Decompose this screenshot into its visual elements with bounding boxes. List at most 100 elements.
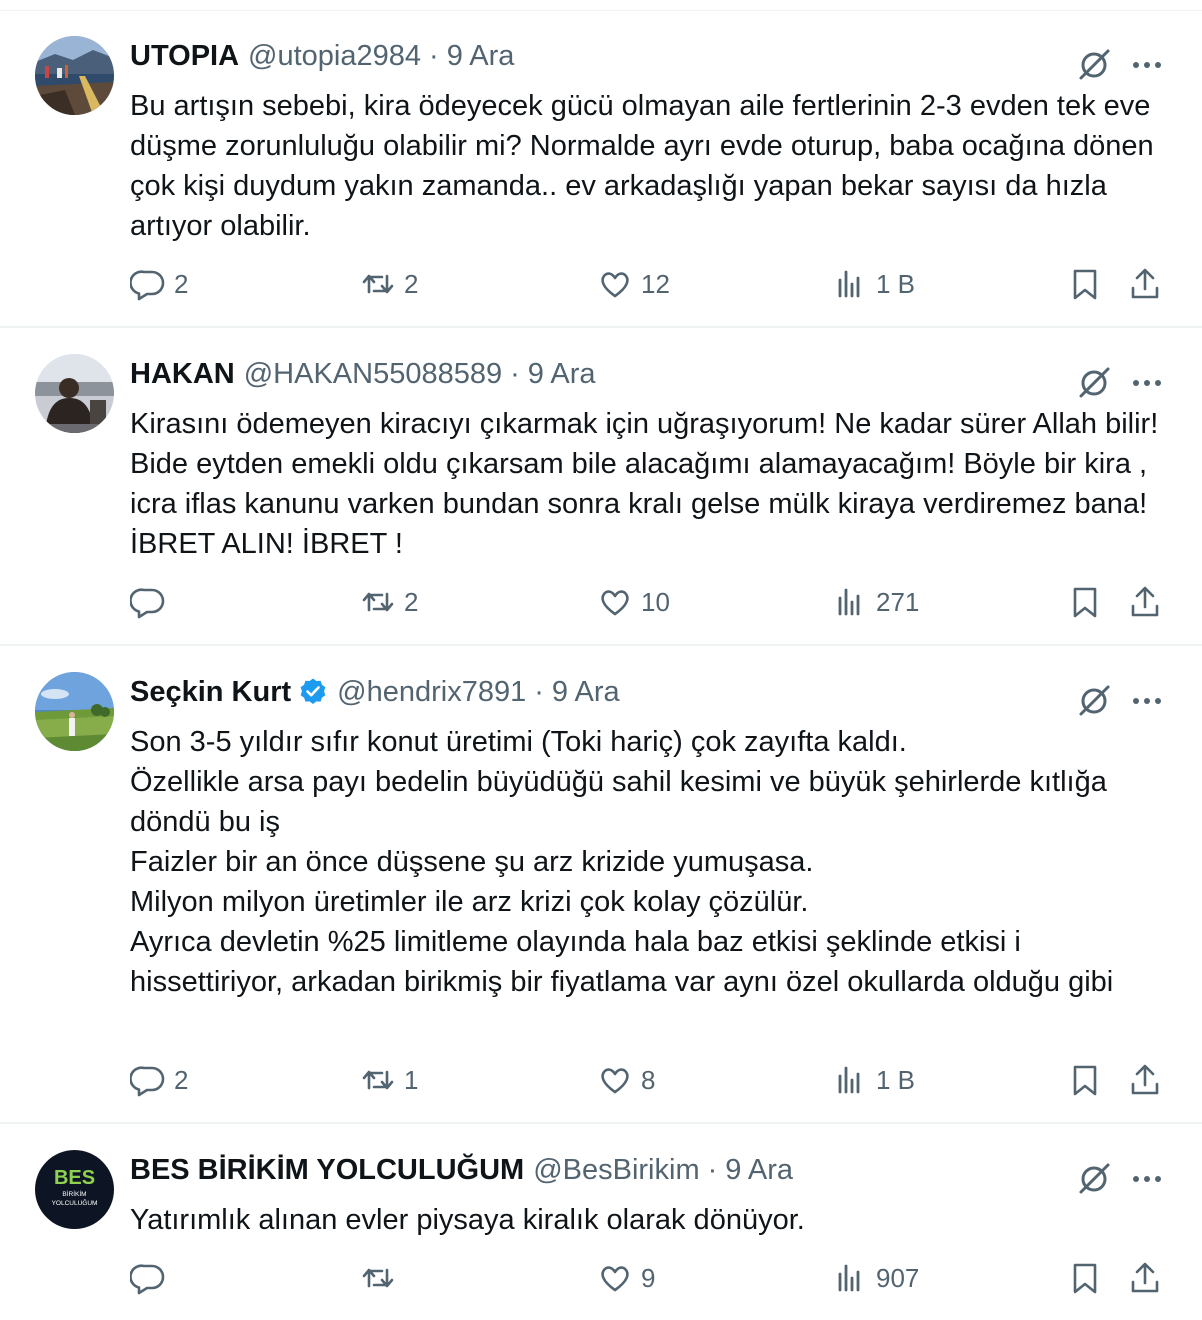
view-count: 1 B: [876, 1064, 916, 1095]
tweet-header: Seçkin Kurt @hendrix7891 · 9 Ara: [130, 672, 620, 712]
heart-icon: [597, 266, 633, 302]
tweet[interactable]: BES BİRİKİM YOLCULUĞUM BES BİRİKİM YOLCU…: [0, 1124, 1202, 1320]
retweet-icon: [360, 1062, 396, 1098]
separator-dot: ·: [510, 358, 520, 390]
like-button[interactable]: 10: [597, 582, 670, 622]
share-icon: [1127, 266, 1163, 302]
golf-course-avatar-image: [35, 672, 114, 751]
separator-dot: ·: [429, 40, 439, 72]
views-button[interactable]: 1 B: [832, 1060, 915, 1100]
tweet-actions: 2 10 271: [130, 582, 1170, 622]
display-name[interactable]: HAKAN: [130, 354, 235, 394]
share-button[interactable]: [1127, 1060, 1163, 1100]
share-button[interactable]: [1127, 264, 1163, 304]
tweet-header: HAKAN @HAKAN55088589 · 9 Ara: [130, 354, 596, 394]
bes-logo-subtitle-1: BİRİKİM: [62, 1189, 86, 1198]
like-count: 8: [641, 1064, 656, 1095]
tweet-header: BES BİRİKİM YOLCULUĞUM @BesBirikim · 9 A…: [130, 1150, 793, 1190]
grok-icon[interactable]: [1075, 46, 1113, 84]
tweet-timestamp[interactable]: 9 Ara: [528, 354, 596, 394]
share-icon: [1127, 584, 1163, 620]
display-name[interactable]: UTOPIA: [130, 36, 239, 76]
retweet-count: 2: [404, 268, 419, 299]
display-name[interactable]: Seçkin Kurt: [130, 672, 291, 712]
reply-button[interactable]: [130, 582, 174, 622]
retweet-icon: [360, 1260, 396, 1296]
user-handle[interactable]: @utopia2984: [248, 36, 421, 76]
grok-icon[interactable]: [1075, 1160, 1113, 1198]
bookmark-button[interactable]: [1067, 1258, 1103, 1298]
more-options-icon[interactable]: [1128, 364, 1166, 402]
bookmark-icon: [1067, 1062, 1103, 1098]
tweet[interactable]: HAKAN @HAKAN55088589 · 9 Ara Kirasını öd…: [0, 328, 1202, 646]
like-count: 10: [641, 586, 670, 617]
tweet-text: Kirasını ödemeyen kiracıyı çıkarmak için…: [130, 408, 1159, 560]
bes-logo-text: BES: [54, 1167, 95, 1189]
user-handle[interactable]: @HAKAN55088589: [244, 354, 502, 394]
analytics-icon: [832, 1062, 868, 1098]
tweet-text: Yatırımlık alınan evler piysaya kiralık …: [130, 1204, 805, 1236]
view-count: 271: [876, 586, 920, 617]
reply-icon: [130, 1062, 166, 1098]
reply-button[interactable]: 2: [130, 1060, 188, 1100]
retweet-button[interactable]: [360, 1258, 404, 1298]
analytics-icon: [832, 266, 868, 302]
retweet-button[interactable]: 2: [360, 264, 418, 304]
grok-icon[interactable]: [1075, 682, 1113, 720]
like-button[interactable]: 8: [597, 1060, 655, 1100]
tweet-timestamp[interactable]: 9 Ara: [725, 1150, 793, 1190]
like-button[interactable]: 12: [597, 264, 670, 304]
views-button[interactable]: 271: [832, 582, 919, 622]
view-count: 907: [876, 1262, 920, 1293]
share-button[interactable]: [1127, 1258, 1163, 1298]
analytics-icon: [832, 584, 868, 620]
views-button[interactable]: 1 B: [832, 264, 915, 304]
heart-icon: [597, 1260, 633, 1296]
more-options-icon[interactable]: [1128, 46, 1166, 84]
retweet-icon: [360, 266, 396, 302]
heart-icon: [597, 1062, 633, 1098]
reply-icon: [130, 584, 166, 620]
avatar[interactable]: [35, 36, 114, 115]
retweet-button[interactable]: 1: [360, 1060, 418, 1100]
avatar[interactable]: [35, 672, 114, 751]
separator-dot: ·: [534, 676, 544, 708]
bookmark-icon: [1067, 1260, 1103, 1296]
bookmark-button[interactable]: [1067, 582, 1103, 622]
bookmark-icon: [1067, 266, 1103, 302]
user-handle[interactable]: @BesBirikim: [533, 1150, 699, 1190]
user-handle[interactable]: @hendrix7891: [337, 672, 526, 712]
person-avatar-image: [35, 354, 114, 433]
like-count: 9: [641, 1262, 656, 1293]
reply-icon: [130, 1260, 166, 1296]
tweet[interactable]: Seçkin Kurt @hendrix7891 · 9 Ara Son 3-5…: [0, 646, 1202, 1124]
more-options-icon[interactable]: [1128, 1160, 1166, 1198]
analytics-icon: [832, 1260, 868, 1296]
views-button[interactable]: 907: [832, 1258, 919, 1298]
grok-icon[interactable]: [1075, 364, 1113, 402]
share-button[interactable]: [1127, 582, 1163, 622]
separator-dot: ·: [707, 1154, 718, 1186]
tweet-timestamp[interactable]: 9 Ara: [447, 36, 515, 76]
avatar[interactable]: BES BİRİKİM YOLCULUĞUM: [35, 1150, 114, 1229]
tweet-text: Bu artışın sebebi, kira ödeyecek gücü ol…: [130, 90, 1154, 242]
bookmark-button[interactable]: [1067, 1060, 1103, 1100]
reply-count: 2: [174, 1064, 189, 1095]
reply-count: 2: [174, 268, 189, 299]
tweet[interactable]: UTOPIA @utopia2984 · 9 Ara Bu artışın se…: [0, 10, 1202, 328]
tweet-text: Son 3-5 yıldır sıfır konut üretimi (Toki…: [130, 726, 1114, 998]
avatar[interactable]: [35, 354, 114, 433]
bookmark-button[interactable]: [1067, 264, 1103, 304]
tweet-timestamp[interactable]: 9 Ara: [552, 672, 620, 712]
like-button[interactable]: 9: [597, 1258, 655, 1298]
share-icon: [1127, 1062, 1163, 1098]
retweet-button[interactable]: 2: [360, 582, 418, 622]
tweet-actions: 2 2 12 1 B: [130, 264, 1170, 304]
reply-button[interactable]: [130, 1258, 174, 1298]
tweet-header: UTOPIA @utopia2984 · 9 Ara: [130, 36, 514, 76]
more-options-icon[interactable]: [1128, 682, 1166, 720]
share-icon: [1127, 1260, 1163, 1296]
reply-button[interactable]: 2: [130, 264, 188, 304]
display-name[interactable]: BES BİRİKİM YOLCULUĞUM: [130, 1150, 524, 1190]
bes-logo-subtitle-2: YOLCULUĞUM: [52, 1198, 98, 1207]
